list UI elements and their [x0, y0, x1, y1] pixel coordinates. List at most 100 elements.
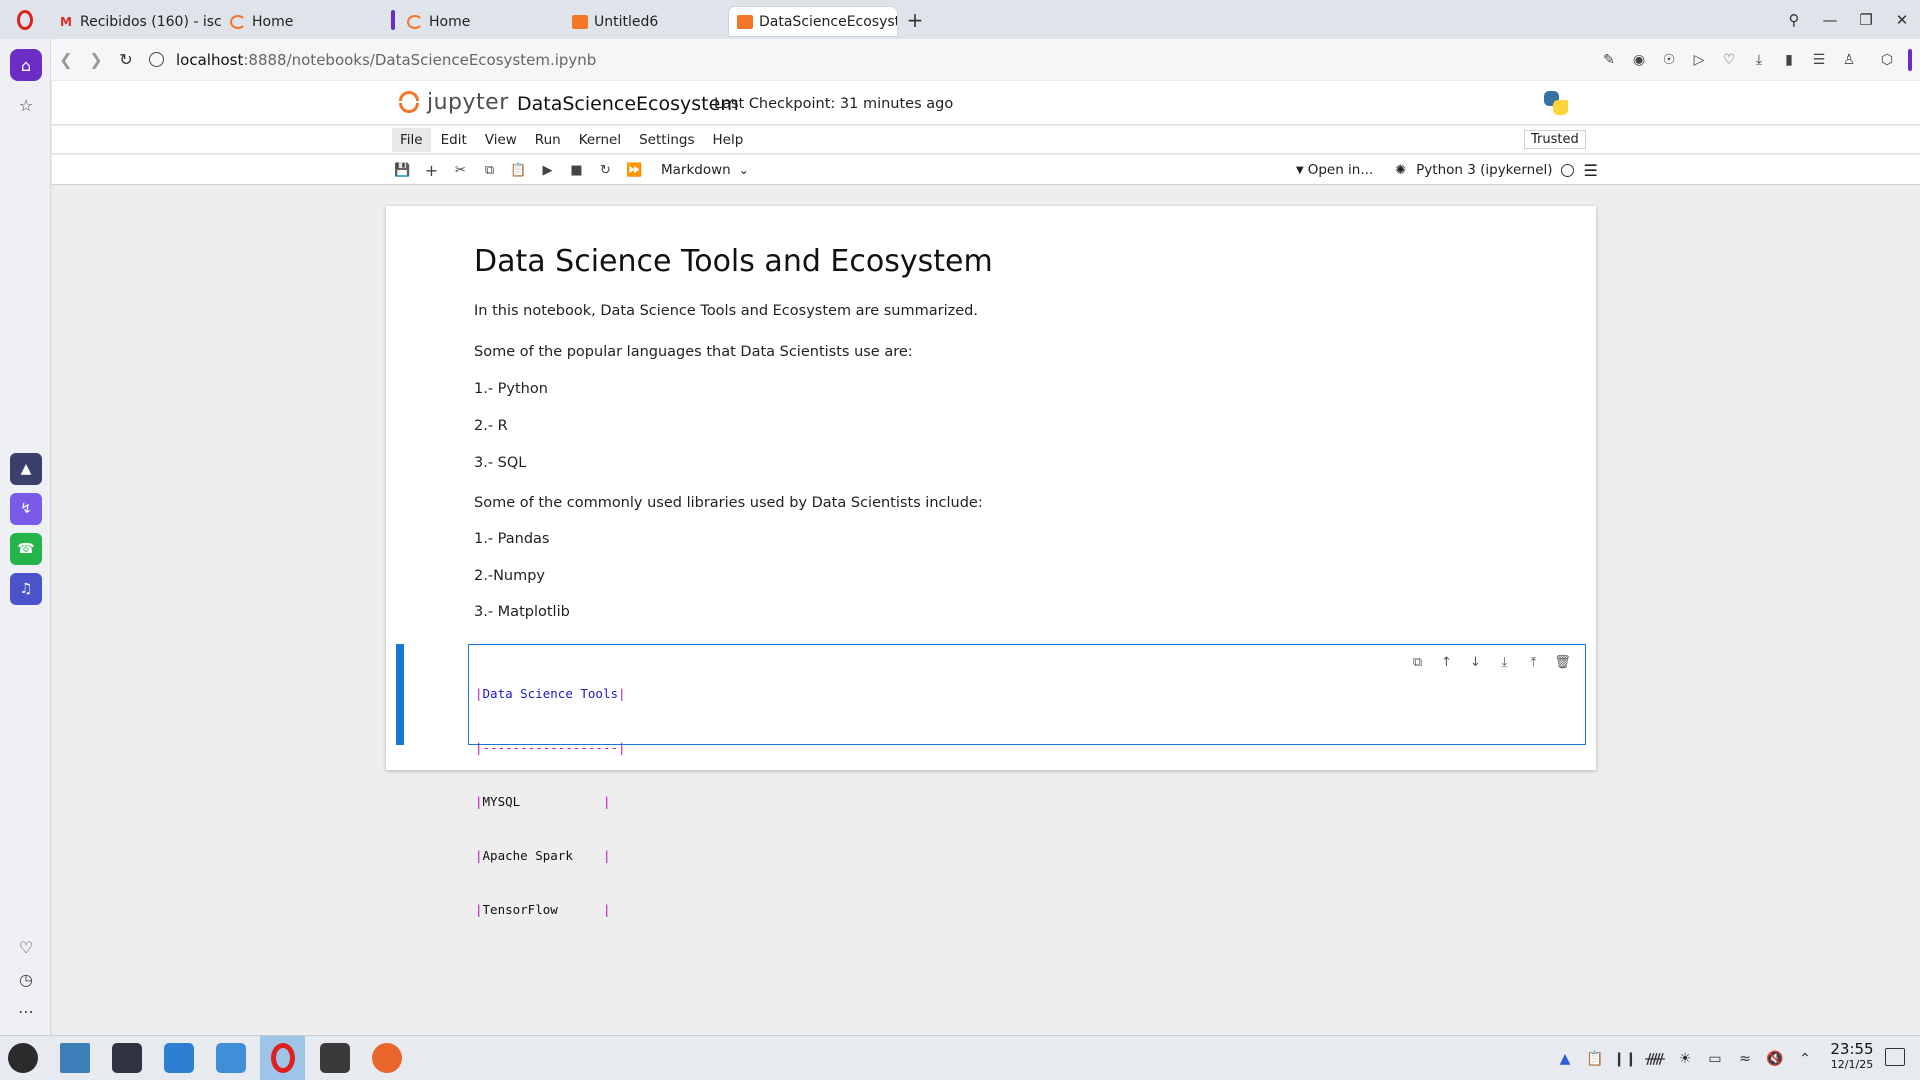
show-desktop-button[interactable] — [1885, 1048, 1905, 1066]
menu-settings[interactable]: Settings — [631, 128, 702, 152]
menu-icon[interactable]: ☰ — [1804, 45, 1834, 75]
menu-help[interactable]: Help — [704, 128, 751, 152]
tab-home-1[interactable]: Home — [222, 7, 387, 36]
kernel-name[interactable]: Python 3 (ipykernel) — [1416, 162, 1552, 178]
language-item: 3.- SQL — [474, 455, 527, 471]
media-pause-icon[interactable]: ❙❙ — [1610, 1044, 1640, 1074]
delete-cell-icon[interactable]: 🗑 — [1548, 651, 1577, 673]
caret-down-icon: ▼ — [1296, 164, 1304, 176]
url-field[interactable]: localhost:8888/notebooks/DataScienceEcos… — [149, 51, 596, 69]
language-item: 1.- Python — [474, 381, 548, 397]
menu-run[interactable]: Run — [527, 128, 569, 152]
cut-icon[interactable]: ✂ — [446, 157, 475, 183]
debugger-icon[interactable]: ✺ — [1395, 163, 1406, 178]
tab-home-2[interactable]: Home — [399, 7, 564, 36]
firefox-icon[interactable] — [364, 1036, 409, 1080]
save-icon[interactable]: 💾 — [388, 157, 417, 183]
aria-app-icon[interactable]: ▲ — [10, 453, 42, 485]
opera-o-icon — [17, 9, 33, 30]
more-icon[interactable]: ⋯ — [10, 995, 42, 1027]
stop-icon[interactable]: ■ — [562, 157, 591, 183]
run-icon[interactable]: ▶ — [533, 157, 562, 183]
libraries-intro: Some of the commonly used libraries used… — [474, 495, 983, 511]
bluetooth-icon[interactable]: ᚏ — [1640, 1044, 1670, 1074]
restore-button[interactable]: ❐ — [1848, 2, 1884, 38]
paste-icon[interactable]: 📋 — [504, 157, 533, 183]
discover-store-icon[interactable] — [156, 1036, 201, 1080]
insert-below-icon[interactable]: ⤒ — [1519, 651, 1548, 673]
volume-muted-icon[interactable]: 🔇 — [1760, 1044, 1790, 1074]
menu-kernel[interactable]: Kernel — [571, 128, 629, 152]
expand-tray-icon[interactable]: ⌃ — [1790, 1044, 1820, 1074]
camera-icon[interactable]: ◉ — [1624, 45, 1654, 75]
forward-button[interactable]: ❯ — [81, 45, 111, 75]
heading: Data Science Tools and Ecosystem — [474, 244, 993, 279]
whatsapp-icon[interactable]: ☎ — [10, 533, 42, 565]
languages-intro: Some of the popular languages that Data … — [474, 344, 913, 360]
restart-icon[interactable]: ↻ — [591, 157, 620, 183]
opera-taskbar-icon[interactable] — [260, 1035, 305, 1080]
insert-above-icon[interactable]: ⤓ — [1490, 651, 1519, 673]
gmail-icon: M — [60, 14, 72, 29]
heart-icon[interactable]: ♡ — [10, 931, 42, 963]
add-cell-icon[interactable]: + — [417, 157, 446, 183]
edit-icon[interactable]: ✎ — [1594, 45, 1624, 75]
close-button[interactable]: ✕ — [1884, 2, 1920, 38]
notebook-area: Data Science Tools and Ecosystem In this… — [52, 186, 1920, 1035]
profile-icon[interactable]: ♙ — [1834, 45, 1864, 75]
code-cell-editor[interactable]: |Data Science Tools| |------------------… — [468, 644, 1586, 917]
copy-icon[interactable]: ⧉ — [475, 157, 504, 183]
history-icon[interactable]: ◷ — [10, 963, 42, 995]
cell-type-select[interactable]: Markdown ⌄ — [661, 162, 749, 178]
new-tab-button[interactable]: + — [901, 6, 929, 34]
file-manager-icon[interactable] — [208, 1036, 253, 1080]
battery-icon[interactable]: ▮ — [1774, 45, 1804, 75]
tab-datascienceecosystem[interactable]: DataScienceEcosystem — [729, 7, 897, 36]
jupyter-logo-text: jupyter — [427, 89, 509, 115]
address-bar: ❮ ❯ ↻ localhost:8888/notebooks/DataScien… — [51, 39, 1920, 80]
app-launcher-icon[interactable] — [0, 1036, 45, 1080]
menu-view[interactable]: View — [477, 128, 525, 152]
open-in-button[interactable]: Open in... — [1308, 162, 1374, 178]
duplicate-cell-icon[interactable]: ⧉ — [1403, 651, 1432, 673]
notebook-title[interactable]: DataScienceEcosystem — [517, 93, 739, 115]
display-icon[interactable]: ▭ — [1700, 1044, 1730, 1074]
extensions-icon[interactable]: ⬡ — [1872, 45, 1902, 75]
minimize-button[interactable]: — — [1812, 2, 1848, 38]
back-button[interactable]: ❮ — [51, 45, 81, 75]
menu-file[interactable]: File — [392, 128, 431, 152]
fast-forward-icon[interactable]: ⏩ — [620, 157, 649, 183]
clock-time: 23:55 — [1830, 1040, 1874, 1058]
move-down-icon[interactable]: ↓ — [1461, 651, 1490, 673]
wifi-icon[interactable]: ≈ — [1730, 1044, 1760, 1074]
move-up-icon[interactable]: ↑ — [1432, 651, 1461, 673]
clipboard-icon[interactable]: 📋 — [1580, 1044, 1610, 1074]
opera-logo[interactable] — [0, 0, 50, 39]
download-icon[interactable]: ⤓ — [1744, 45, 1774, 75]
notebook-page: Data Science Tools and Ecosystem In this… — [386, 206, 1596, 917]
heart-icon[interactable]: ♡ — [1714, 45, 1744, 75]
code-content[interactable]: |Data Science Tools| |------------------… — [475, 649, 626, 955]
search-tabs-icon[interactable]: ⚲ — [1776, 2, 1812, 38]
hamburger-menu-icon[interactable]: ☰ — [1584, 161, 1598, 180]
tab-untitled6[interactable]: Untitled6 — [564, 7, 729, 36]
jupyter-logo[interactable]: jupyter — [397, 89, 509, 115]
tab-group-indicator — [391, 9, 395, 30]
home-icon[interactable]: ⌂ — [10, 49, 42, 81]
system-settings-icon[interactable] — [104, 1036, 149, 1080]
cloud-sync-icon[interactable]: ▲ — [1550, 1044, 1580, 1074]
brightness-icon[interactable]: ☀ — [1670, 1044, 1700, 1074]
shield-icon[interactable]: ☉ — [1654, 45, 1684, 75]
terminal-icon[interactable] — [312, 1036, 357, 1080]
reload-button[interactable]: ↻ — [111, 45, 141, 75]
play-icon[interactable]: ▷ — [1684, 45, 1714, 75]
menu-edit[interactable]: Edit — [433, 128, 475, 152]
trusted-badge[interactable]: Trusted — [1524, 130, 1586, 149]
star-icon[interactable]: ☆ — [10, 89, 42, 121]
tab-gmail[interactable]: M Recibidos (160) - isc.an — [50, 7, 222, 36]
messenger-icon[interactable]: ↯ — [10, 493, 42, 525]
desktop-pager-icon[interactable] — [52, 1036, 97, 1080]
clock[interactable]: 23:55 12/1/25 — [1824, 1041, 1880, 1073]
globe-icon — [149, 52, 164, 67]
music-player-icon[interactable]: ♫ — [10, 573, 42, 605]
